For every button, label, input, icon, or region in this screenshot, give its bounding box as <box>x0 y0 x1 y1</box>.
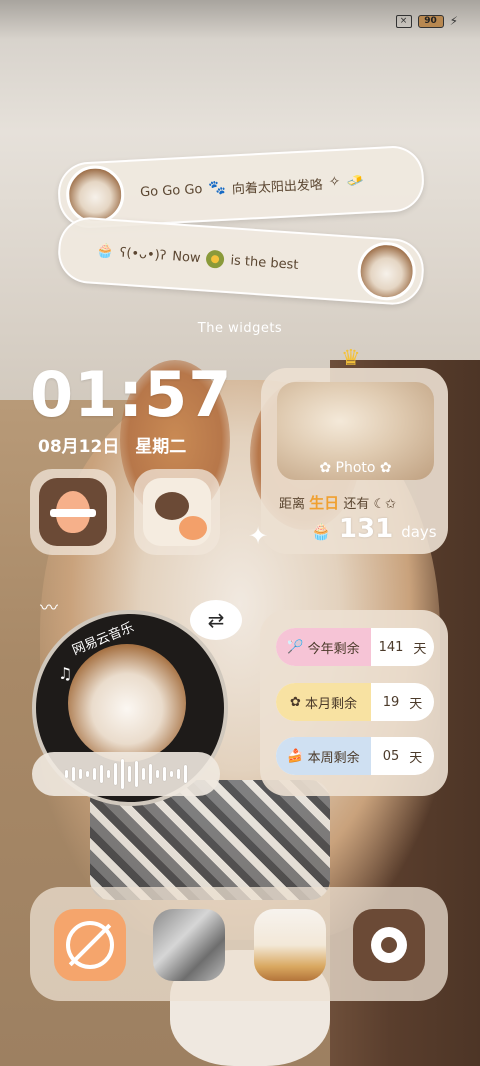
muffin-icon: 🧁 <box>95 242 115 261</box>
compass-icon <box>66 921 114 969</box>
remain-label-year: 🏸 今年剩余 <box>276 628 371 666</box>
birthday-text: 距离 生日 还有 ☾✩ <box>279 492 396 513</box>
wave-bar <box>72 767 75 781</box>
clock-weekday: 星期二 <box>135 437 187 457</box>
remain-year-text: 今年剩余 <box>307 641 360 657</box>
birthday-days: 131 <box>338 514 394 544</box>
clock-date: 08月12日 星期二 <box>38 432 186 457</box>
remain-month-unit: 天 <box>409 696 423 712</box>
wave-bar <box>79 769 82 779</box>
battery-icon: 90 <box>417 14 444 28</box>
wave-bar <box>177 769 180 779</box>
remaining-days-widget[interactable]: 🏸 今年剩余 141 天 ✿ 本月剩余 19 天 🍰 本周剩余 05 天 <box>260 610 448 796</box>
album-art[interactable] <box>68 644 186 762</box>
remain-year-number: 141 <box>378 639 404 655</box>
sparkle-icon: ✦ <box>248 522 269 550</box>
wechat-bubble-small <box>177 514 209 542</box>
crown-icon: ♛ <box>341 346 361 371</box>
birthday-prefix: 距离 <box>279 497 306 512</box>
remain-row-year: 🏸 今年剩余 141 天 <box>276 628 434 666</box>
qq-icon <box>39 478 107 546</box>
flower-icon: ✿ <box>290 694 301 710</box>
photo-label: ✿ Photo ✿ <box>277 460 434 476</box>
remain-value-year: 141 天 <box>371 628 434 666</box>
wave-bar <box>65 770 68 778</box>
paw-icon: ✿ <box>319 460 336 476</box>
photo-frame[interactable]: ✿ Photo ✿ <box>277 382 434 480</box>
remain-value-month: 19 天 <box>371 683 434 721</box>
racket-icon: 🏸 <box>287 639 304 655</box>
butter-icon: 🧈 <box>345 172 365 190</box>
browser-app[interactable] <box>54 909 126 981</box>
remain-row-month: ✿ 本月剩余 19 天 <box>276 683 434 721</box>
birthday-highlight: 生日 <box>309 494 340 512</box>
dog-avatar-icon <box>355 240 418 303</box>
dock <box>30 887 448 1001</box>
remain-month-text: 本月剩余 <box>304 696 357 712</box>
qq-penguin-glyph <box>50 491 96 533</box>
pill-top-sub: 向着太阳出发咯 <box>231 177 324 197</box>
no-sim-icon: × <box>395 14 412 28</box>
paw-icon: ✿ <box>375 460 392 476</box>
settings-app[interactable] <box>353 909 425 981</box>
clock-date-day: 08月12日 <box>38 437 120 457</box>
clock-time[interactable]: 01:57 <box>30 358 232 431</box>
remain-value-week: 05 天 <box>371 737 434 775</box>
remain-month-number: 19 <box>382 694 400 710</box>
gallery-app[interactable] <box>153 909 225 981</box>
sparkle-icon: ✧ <box>328 173 341 191</box>
cake-slice-icon: 🍰 <box>287 748 304 764</box>
shuffle-icon[interactable]: ⇄ <box>190 600 242 640</box>
battery-level: 90 <box>424 15 437 26</box>
wave-bar <box>170 771 173 777</box>
wave-bar <box>128 766 131 782</box>
birthday-widget[interactable]: ♛ ✿ Photo ✿ 距离 生日 还有 ☾✩ 🧁 131 days <box>261 346 448 554</box>
cake-app[interactable] <box>254 909 326 981</box>
settings-icon <box>371 927 407 963</box>
wave-bar <box>93 768 96 780</box>
remain-week-text: 本周剩余 <box>307 750 360 766</box>
charging-icon: ⚡ <box>449 14 458 28</box>
pill-bottom-now: Now <box>171 248 202 266</box>
widgets-caption: The widgets <box>197 321 283 336</box>
wave-bar <box>107 770 110 778</box>
wave-bar <box>114 763 117 785</box>
remain-week-unit: 天 <box>409 750 423 766</box>
squiggle-icon: 〰 <box>40 598 58 619</box>
birthday-suffix: 还有 <box>343 497 370 512</box>
wave-bar <box>86 771 89 777</box>
photo-label-text: Photo <box>335 460 376 476</box>
cake-icon: 🧁 <box>311 522 331 541</box>
wave-bar <box>149 764 152 784</box>
avocado-icon <box>205 249 226 269</box>
wave-bar <box>142 768 145 780</box>
remain-label-month: ✿ 本月剩余 <box>276 683 371 721</box>
qq-app[interactable] <box>30 469 116 555</box>
remain-year-unit: 天 <box>413 641 427 657</box>
wechat-app[interactable] <box>134 469 220 555</box>
wave-bar <box>184 765 187 783</box>
pill-bottom-rest: is the best <box>229 252 299 273</box>
paw-icon: 🐾 <box>207 179 227 197</box>
birthday-unit: days <box>401 523 437 541</box>
audio-waveform[interactable] <box>32 752 220 796</box>
wave-bar <box>156 770 159 778</box>
pill-bottom-text: 🧁 ʕ(•ᴗ•)ʔ Now is the best <box>96 242 299 274</box>
music-note-icon: ♫ <box>58 664 73 683</box>
remain-row-week: 🍰 本周剩余 05 天 <box>276 737 434 775</box>
pill-top-text: Go Go Go 🐾 向着太阳出发咯 ✧ 🧈 <box>140 171 365 202</box>
wave-bar <box>135 761 138 787</box>
pill-bottom-kaomoji: ʕ(•ᴗ•)ʔ <box>119 245 167 264</box>
wave-bar <box>163 767 166 781</box>
birthday-countdown: 🧁 131 days <box>311 514 437 544</box>
dog-avatar-icon <box>64 164 126 226</box>
wechat-icon <box>143 478 211 546</box>
moon-star-icon: ☾✩ <box>373 497 397 512</box>
remain-label-week: 🍰 本周剩余 <box>276 737 371 775</box>
wave-bar <box>121 759 124 789</box>
pill-top-main: Go Go Go <box>139 181 203 200</box>
remain-week-number: 05 <box>382 748 400 764</box>
wave-bar <box>100 765 103 783</box>
status-bar: × 90 ⚡ <box>395 14 458 28</box>
